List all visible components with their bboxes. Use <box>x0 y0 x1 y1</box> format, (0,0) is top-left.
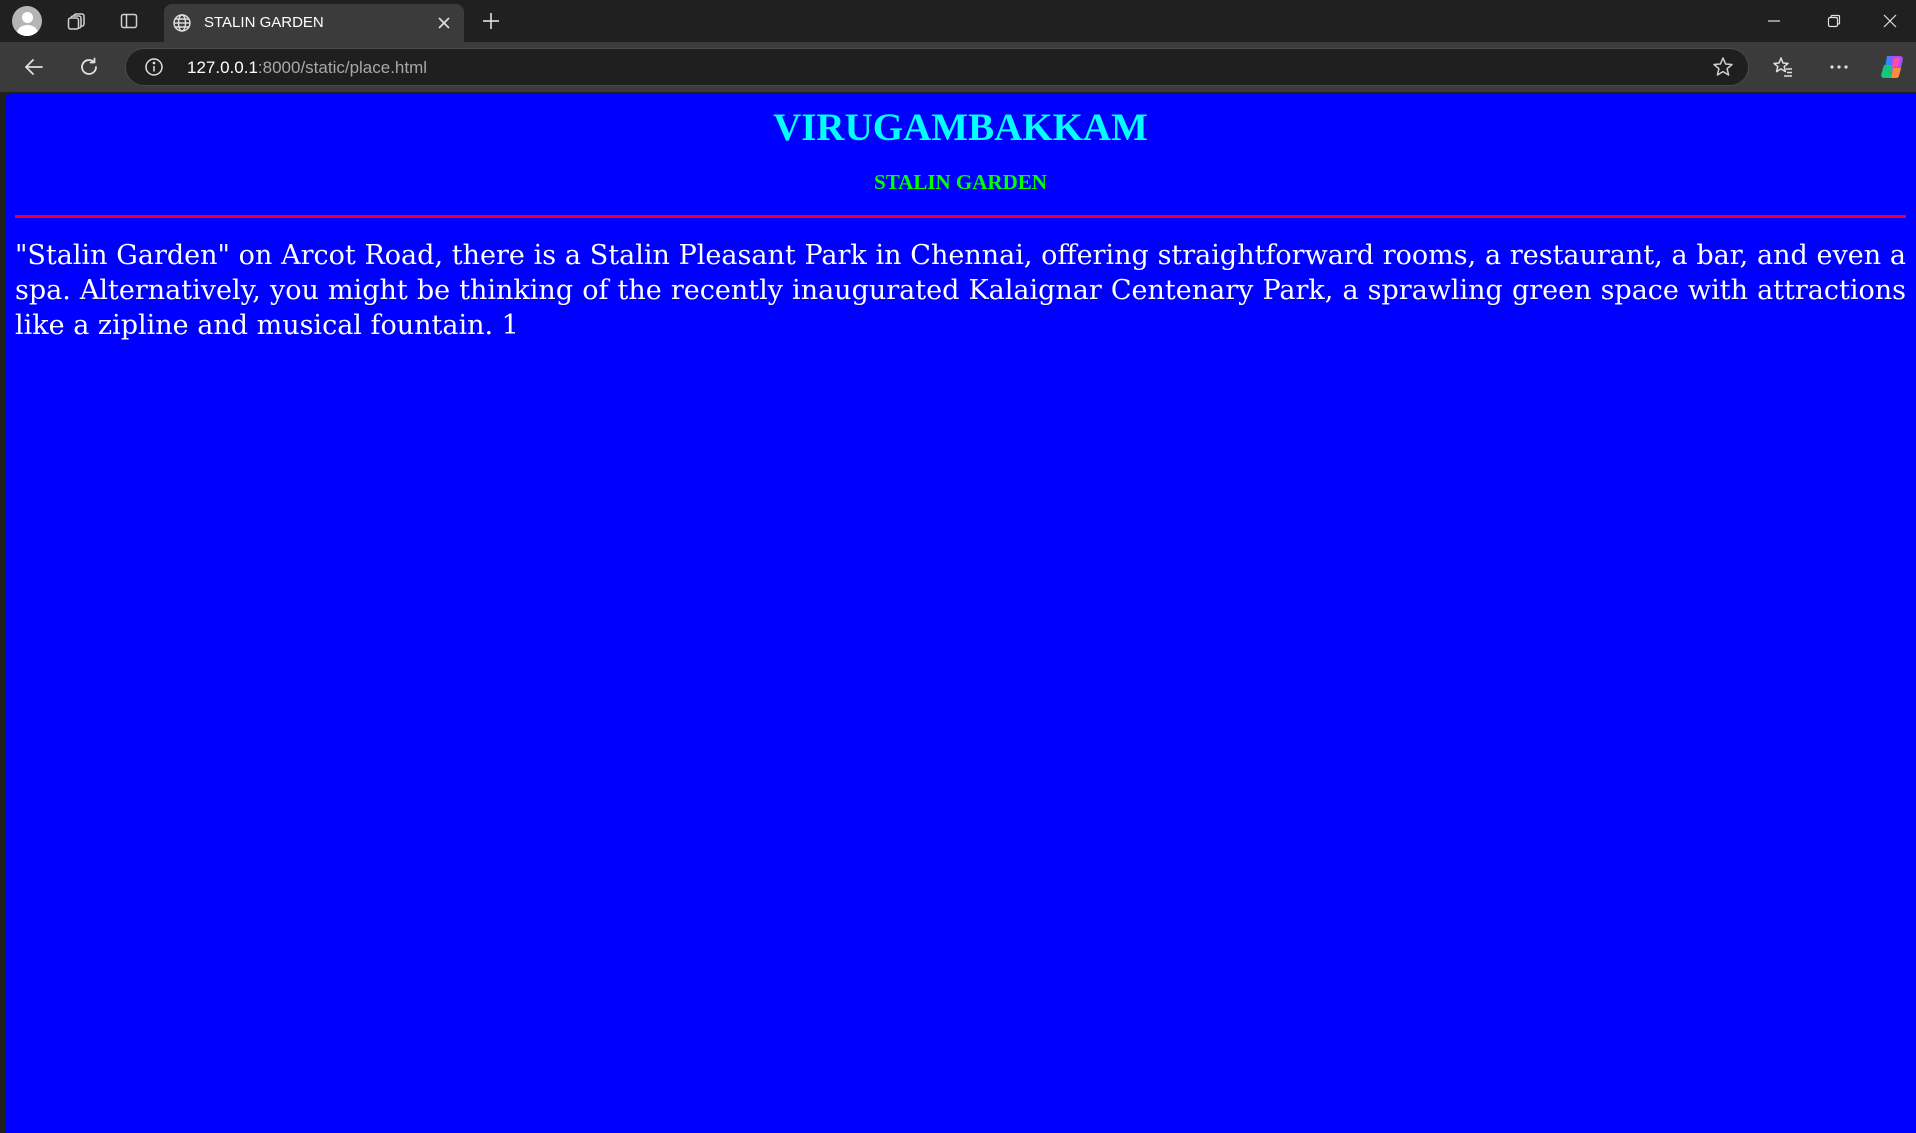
divider <box>15 215 1906 218</box>
star-icon[interactable] <box>1712 56 1734 78</box>
page-viewport: VIRUGAMBAKKAM STALIN GARDEN "Stalin Gard… <box>5 93 1916 1133</box>
description-paragraph: "Stalin Garden" on Arcot Road, there is … <box>15 240 1906 341</box>
url-path: :8000/static/place.html <box>257 58 428 77</box>
toolbar: 127.0.0.1:8000/static/place.html <box>0 42 1916 92</box>
tab-actions-icon[interactable] <box>112 4 146 38</box>
info-icon[interactable] <box>144 57 164 77</box>
tab-active[interactable]: STALIN GARDEN <box>164 4 464 42</box>
tab-title: STALIN GARDEN <box>204 14 324 31</box>
page-subtitle: STALIN GARDEN <box>874 170 1047 194</box>
tab-strip: STALIN GARDEN <box>0 0 1916 42</box>
avatar[interactable] <box>12 6 42 36</box>
copilot-icon[interactable] <box>1874 49 1910 85</box>
favorites-icon[interactable] <box>1765 49 1801 85</box>
url-host: 127.0.0.1 <box>187 58 258 77</box>
address-bar[interactable]: 127.0.0.1:8000/static/place.html <box>125 48 1749 86</box>
more-icon[interactable] <box>1821 49 1857 85</box>
avatar-body <box>17 25 38 36</box>
back-arrow-icon[interactable] <box>16 49 52 85</box>
close-window-icon[interactable] <box>1862 0 1916 42</box>
page-title: VIRUGAMBAKKAM <box>773 106 1148 149</box>
close-tab-icon[interactable] <box>432 11 456 35</box>
minimize-icon[interactable] <box>1746 0 1802 42</box>
workspaces-icon[interactable] <box>60 4 94 38</box>
globe-icon <box>173 14 191 32</box>
avatar-head <box>22 12 33 23</box>
refresh-icon[interactable] <box>71 49 107 85</box>
url-text[interactable]: 127.0.0.1:8000/static/place.html <box>187 58 427 78</box>
restore-icon[interactable] <box>1806 0 1862 42</box>
browser-window: STALIN GARDEN 127.0.0.1:8000/static/plac… <box>0 0 1916 1133</box>
plus-icon <box>483 13 499 29</box>
new-tab-button[interactable] <box>474 4 508 38</box>
